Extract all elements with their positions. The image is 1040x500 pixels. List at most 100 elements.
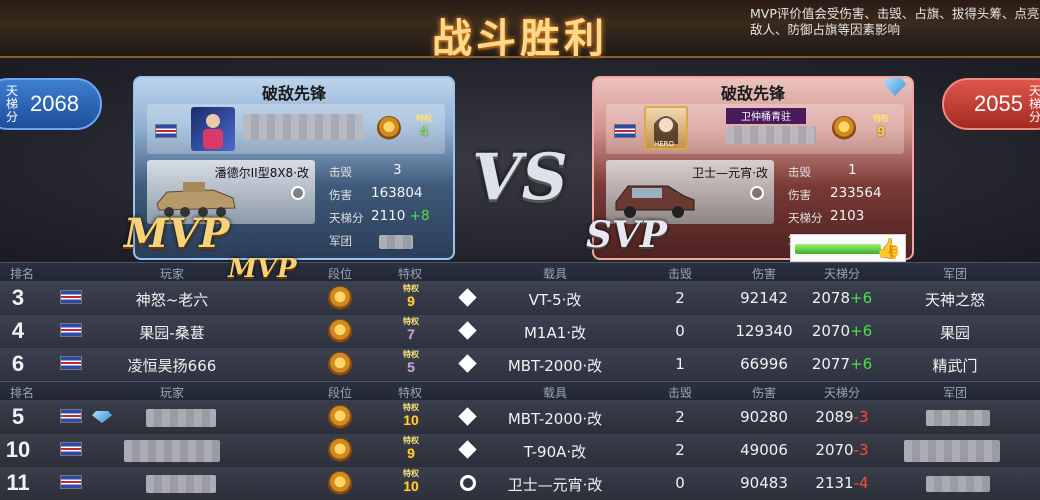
vehicle-type-ring-icon xyxy=(291,186,305,200)
vehicle-name: T-90A·改 xyxy=(523,443,587,461)
diamond-icon xyxy=(458,440,477,459)
nation-flag-icon xyxy=(60,290,82,304)
svp-tag: SVP xyxy=(586,214,667,256)
avatar[interactable] xyxy=(191,107,235,151)
nation-flag-icon xyxy=(60,475,82,489)
svp-player-row: HERO 卫仲桶青驻 特权 9 xyxy=(606,104,904,154)
privilege-label: 特权 xyxy=(873,114,889,123)
row-rank: 10 xyxy=(5,437,31,462)
player-name[interactable]: 果园-桑葚 xyxy=(92,322,252,343)
col-damage: 伤害 xyxy=(751,386,776,400)
vehicle-class-icon xyxy=(458,354,478,374)
ladder-number: 2131 xyxy=(815,474,854,492)
vs-emblem: VS xyxy=(472,140,568,215)
like-button[interactable]: 👍 xyxy=(790,234,906,262)
kills-value: 1 xyxy=(848,162,857,178)
kills-value: 2 xyxy=(675,441,685,459)
diamond-icon xyxy=(458,321,477,340)
col-rank: 排名 xyxy=(9,267,34,281)
col-tier: 段位 xyxy=(327,267,352,281)
player-name[interactable]: 神怒~老六 xyxy=(92,289,252,310)
damage-value: 90483 xyxy=(740,474,788,492)
ladder-delta: -3 xyxy=(853,408,869,426)
privilege-level: 4 xyxy=(420,123,428,139)
ladder-number: 2070 xyxy=(811,322,851,340)
ladder-delta: -4 xyxy=(853,474,869,492)
diamond-icon xyxy=(458,288,477,307)
table-row[interactable]: 4 果园-桑葚 特权 7 M1A1·改 0 129340 2070+6 果园 xyxy=(0,315,1040,348)
team-name[interactable]: 果园 xyxy=(890,322,1020,343)
blurred-player-name xyxy=(243,114,363,140)
table-row[interactable]: 10 特权 9 T-90A·改 2 49006 2070-3 xyxy=(0,434,1040,467)
mvp-stats: 击毁 3 伤害 163804 天梯分 2110 +8 军团 xyxy=(327,162,451,254)
col-tier: 段位 xyxy=(327,386,352,400)
ladder-value: 2078+6 xyxy=(802,289,882,307)
privilege-badge: 特权 10 xyxy=(398,403,424,429)
blurred-team xyxy=(926,476,990,492)
ladder-delta: +6 xyxy=(850,355,873,373)
row-rank: 6 xyxy=(11,351,25,376)
col-ladder: 天梯分 xyxy=(823,386,860,400)
ladder-value: 2103 xyxy=(830,208,865,224)
like-progress-bar xyxy=(795,244,881,254)
kills-value: 2 xyxy=(675,289,685,307)
tier-badge-icon xyxy=(328,471,352,495)
table-row[interactable]: 6 凌恒昊扬666 特权 5 MBT-2000·改 1 66996 2077+6 … xyxy=(0,348,1040,381)
col-rank: 排名 xyxy=(9,386,34,400)
player-name[interactable]: 凌恒昊扬666 xyxy=(92,355,252,376)
kills-value: 2 xyxy=(675,408,685,426)
col-player: 玩家 xyxy=(159,386,184,400)
ladder-number: 2110 xyxy=(371,208,406,224)
damage-value: 49006 xyxy=(740,441,788,459)
team1-header: 排名 玩家 段位 特权 载具 击毁 伤害 天梯分 军团 xyxy=(0,262,1040,282)
col-vehicle: 载具 xyxy=(542,267,567,281)
ladder-number: 2078 xyxy=(811,289,851,307)
team-name[interactable]: 精武门 xyxy=(890,355,1020,376)
ladder-value: 2110 +8 xyxy=(371,208,430,224)
vehicle-name: VT-5·改 xyxy=(528,291,582,309)
ladder-delta: +8 xyxy=(409,208,430,224)
table-row[interactable]: 5 特权 10 MBT-2000·改 2 90280 2089-3 xyxy=(0,401,1040,434)
vehicle-name: 卫士—元宵·改 xyxy=(507,476,603,494)
vehicle-class-icon xyxy=(458,407,478,427)
team-label: 军团 xyxy=(329,234,352,248)
team-name[interactable]: 天神之怒 xyxy=(890,289,1020,310)
tier-badge-icon xyxy=(328,319,352,343)
col-team: 军团 xyxy=(942,267,967,281)
ladder-value: 2077+6 xyxy=(802,355,882,373)
mvp-tag: MVP xyxy=(124,210,230,257)
damage-value: 92142 xyxy=(740,289,788,307)
character-icon xyxy=(203,114,223,149)
col-privilege: 特权 xyxy=(397,386,422,400)
privilege-badge: 特权 9 xyxy=(398,436,424,462)
result-header: 战斗胜利 MVP评价值会受伤害、击毁、占旗、拔得头筹、点亮敌人、防御占旗等因素影… xyxy=(0,0,1040,62)
blurred-player-name xyxy=(146,475,216,493)
kills-value: 1 xyxy=(675,355,685,373)
damage-value: 90280 xyxy=(740,408,788,426)
nation-flag-icon xyxy=(60,323,82,337)
privilege-level: 9 xyxy=(877,123,885,139)
privilege-label: 特权 xyxy=(403,469,419,478)
blurred-team xyxy=(379,235,413,249)
damage-label: 伤害 xyxy=(329,188,352,202)
right-team-ladder-pill: 2055 天梯分 xyxy=(942,78,1040,130)
ladder-value: 2131-4 xyxy=(802,474,882,492)
privilege-level: 5 xyxy=(407,359,415,375)
ladder-pill-value: 2068 xyxy=(30,91,79,116)
col-vehicle: 载具 xyxy=(542,386,567,400)
vehicle-name: MBT-2000·改 xyxy=(507,357,603,375)
privilege-label: 特权 xyxy=(403,284,419,293)
table-row[interactable]: 3 神怒~老六 特权 9 VT-5·改 2 92142 2078+6 天神之怒 xyxy=(0,282,1040,315)
ring-icon xyxy=(460,475,476,491)
vehicle-name: 卫士—元宵·改 xyxy=(692,166,768,180)
col-kills: 击毁 xyxy=(667,386,692,400)
kills-value: 0 xyxy=(675,322,685,340)
avatar[interactable]: HERO xyxy=(644,106,688,150)
row-rank: 3 xyxy=(11,285,25,310)
privilege-badge: 特权 9 xyxy=(398,284,424,310)
privilege-label: 特权 xyxy=(403,350,419,359)
ladder-number: 2089 xyxy=(815,408,854,426)
table-row[interactable]: 11 特权 10 卫士—元宵·改 0 90483 2131-4 xyxy=(0,467,1040,500)
vehicle-name: M1A1·改 xyxy=(523,324,587,342)
col-kills: 击毁 xyxy=(667,267,692,281)
